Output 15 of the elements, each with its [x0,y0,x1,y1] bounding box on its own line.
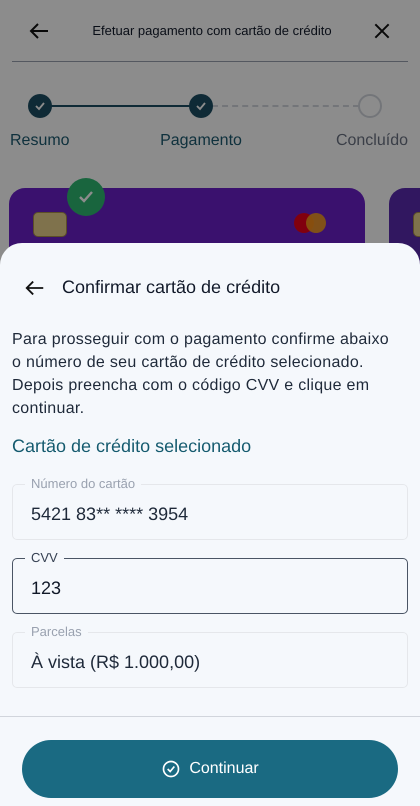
card-brand-icon [293,212,327,234]
description-text: Para prosseguir com o pagamento confirme abaixo o número de seu cartão de crédito selecionado. Depois preencha com o código CVV e clique em continuar. [11,330,390,419]
sheet-title: Confirmar cartão de crédito [62,276,280,299]
field-value: 5421 83** **** 3954 [31,502,188,526]
page-title: Efetuar pagamento com cartão de crédito [91,22,333,40]
field-value: 123 [31,576,62,600]
step-label: Resumo [10,131,70,151]
selected-check-icon [67,178,105,216]
field-value: À vista (R$ 1.000,00) [31,650,200,674]
chip-icon [33,212,67,237]
step-label: Concluído [336,131,408,151]
section-title: Cartão de crédito selecionado [11,435,252,458]
continue-button[interactable]: Continuar [22,740,398,798]
check-circle-icon [161,759,182,779]
step-label: Pagamento [160,131,242,151]
